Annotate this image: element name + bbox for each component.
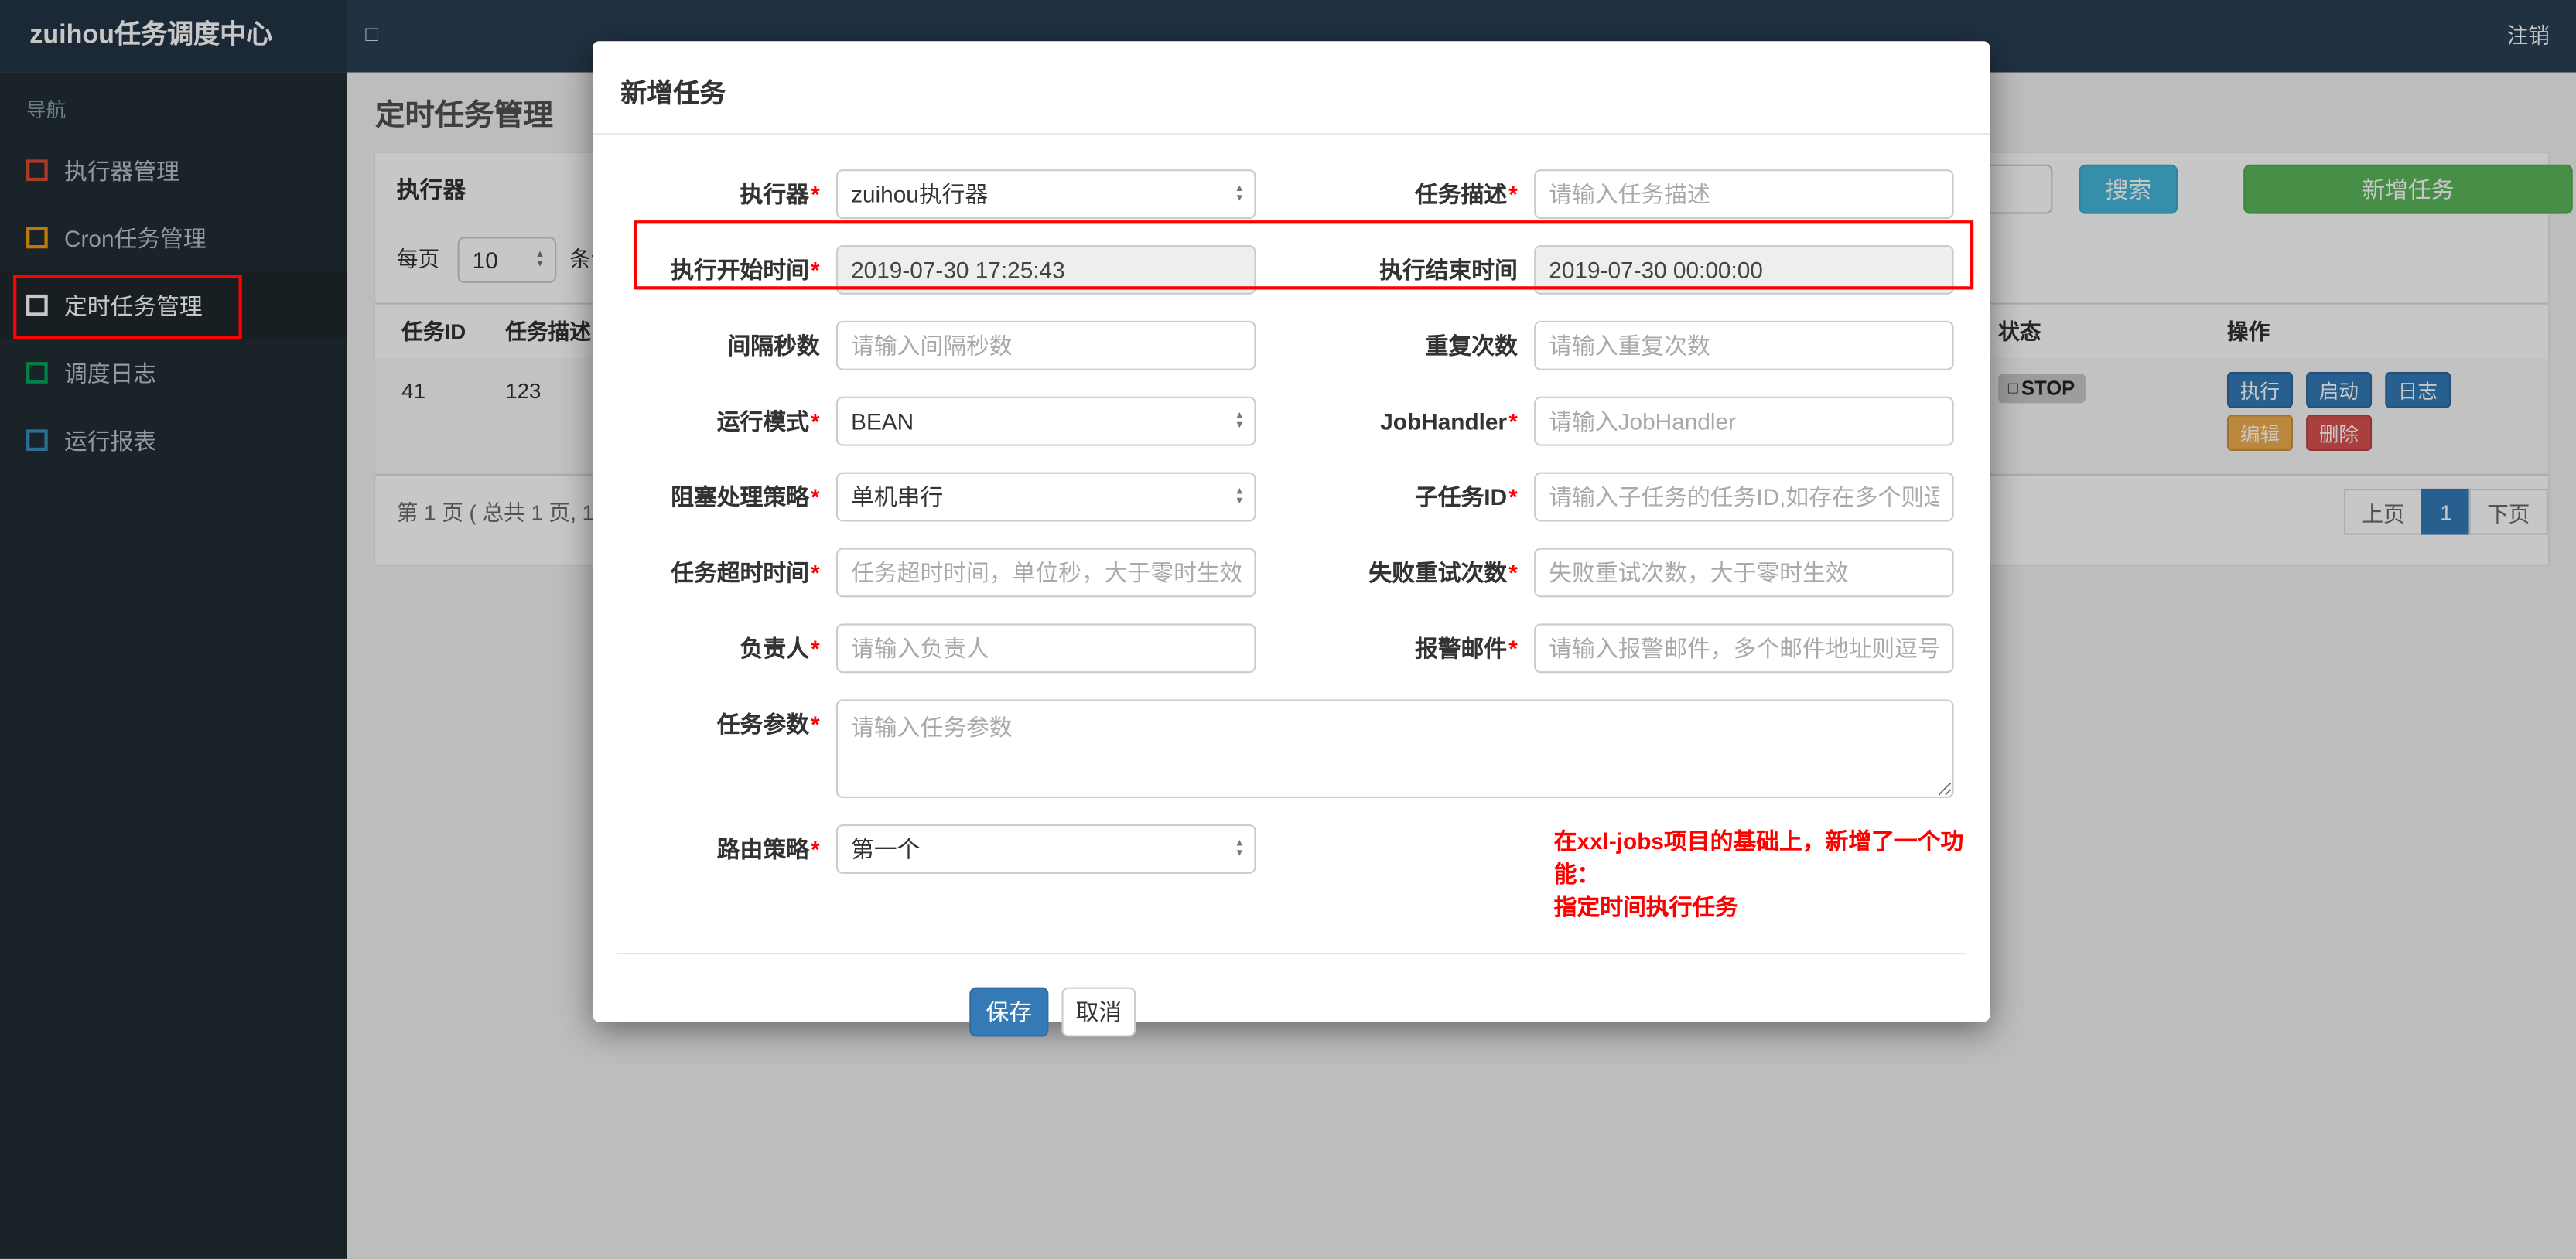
required-asterisk: * xyxy=(1508,559,1518,586)
required-asterisk: * xyxy=(811,181,820,208)
required-asterisk: * xyxy=(811,711,820,738)
select-caret-icon: ▲ ▼ xyxy=(1234,411,1245,432)
divider xyxy=(593,133,1990,135)
alarm-email-input[interactable] xyxy=(1534,623,1954,674)
required-asterisk: * xyxy=(811,635,820,662)
required-asterisk: * xyxy=(1508,408,1518,435)
required-asterisk: * xyxy=(811,483,820,510)
form-row: 任务参数 * xyxy=(617,699,1966,798)
job-params-textarea[interactable] xyxy=(835,699,1954,798)
field-label-owner: 负责人 * xyxy=(740,635,820,662)
field-label-run-mode: 运行模式 * xyxy=(716,408,820,435)
required-asterisk: * xyxy=(811,408,820,435)
field-label-route-strategy: 路由策略 * xyxy=(716,835,820,862)
form-row: 执行开始时间* 执行结束时间* xyxy=(617,245,1966,295)
interval-input[interactable] xyxy=(835,320,1256,370)
executor-select[interactable]: zuihou执行器 ▲ ▼ xyxy=(835,169,1256,219)
field-label-child-job-id: 子任务ID * xyxy=(1414,483,1518,510)
repeat-input[interactable] xyxy=(1534,320,1954,370)
required-asterisk: * xyxy=(811,559,820,586)
field-label-jobhandler: JobHandler * xyxy=(1380,408,1518,435)
form-row: 任务超时时间* 失败重试次数* xyxy=(617,548,1966,598)
add-job-form: 执行器* zuihou执行器 ▲▼ 任务描述* 执行开始时间* 执行结束时间* xyxy=(617,169,1966,1037)
start-time-input[interactable] xyxy=(835,245,1256,295)
job-desc-input[interactable] xyxy=(1534,169,1954,219)
block-strategy-select[interactable]: 单机串行 ▲ ▼ xyxy=(835,472,1256,522)
field-label-job-desc: 任务描述 * xyxy=(1414,181,1518,208)
required-asterisk: * xyxy=(1508,181,1518,208)
select-caret-icon: ▲ ▼ xyxy=(1234,184,1245,204)
form-row: 运行模式 * BEAN ▲ ▼ JobHandler * xyxy=(617,396,1966,446)
field-label-retry: 失败重试次数 * xyxy=(1368,559,1518,586)
field-label-start-time: 执行开始时间 * xyxy=(671,256,820,283)
jobhandler-input[interactable] xyxy=(1534,396,1954,446)
add-job-modal: 新增任务 执行器* zuihou执行器 ▲▼ 任务描述* 执行开始时间* 执行 xyxy=(593,41,1990,1037)
field-label-timeout: 任务超时时间 * xyxy=(671,559,820,586)
form-row: 执行器 * zuihou执行器 ▲ ▼ 任务描述 * xyxy=(617,169,1966,219)
cancel-button[interactable]: 取消 xyxy=(1061,987,1136,1037)
save-button[interactable]: 保存 xyxy=(969,987,1049,1037)
end-time-input[interactable] xyxy=(1534,245,1954,295)
select-caret-icon: ▲ ▼ xyxy=(1234,486,1245,507)
run-mode-select[interactable]: BEAN ▲ ▼ xyxy=(835,396,1256,446)
required-asterisk: * xyxy=(811,256,820,283)
field-label-repeat: 重复次数* xyxy=(1425,332,1518,359)
form-row: 路由策略 * 第一个 ▲ ▼ 在xxl-jobs项目的基础上，新增了一个功能： 指定… xyxy=(617,824,1966,923)
retry-input[interactable] xyxy=(1534,548,1954,598)
required-asterisk: * xyxy=(811,835,820,862)
app-root: zuihou任务调度中心 □ 注销 导航 执行器管理 Cron任务管理 定时任务… xyxy=(0,0,2576,1259)
field-label-block-strategy: 阻塞处理策略 * xyxy=(671,483,820,510)
required-asterisk: * xyxy=(1508,483,1518,510)
field-label-end-time: 执行结束时间* xyxy=(1379,256,1518,283)
modal-footer: 保存 取消 xyxy=(969,987,1965,1037)
form-row: 负责人* 报警邮件* xyxy=(617,623,1966,674)
form-row: 阻塞处理策略 * 单机串行 ▲ ▼ 子任务ID * xyxy=(617,472,1966,522)
modal-title: 新增任务 xyxy=(620,80,726,109)
owner-input[interactable] xyxy=(835,623,1256,674)
field-label-alarm-email: 报警邮件 * xyxy=(1414,635,1518,662)
required-asterisk: * xyxy=(1508,635,1518,662)
timeout-input[interactable] xyxy=(835,548,1256,598)
route-strategy-select[interactable]: 第一个 ▲ ▼ xyxy=(835,824,1256,874)
form-row: 间隔秒数* 重复次数* xyxy=(617,320,1966,370)
divider xyxy=(617,952,1966,955)
select-caret-icon: ▲ ▼ xyxy=(1234,839,1245,859)
field-label-interval: 间隔秒数* xyxy=(727,332,820,359)
field-label-job-params: 任务参数 * xyxy=(716,711,820,738)
child-job-id-input[interactable] xyxy=(1534,472,1954,522)
field-label-executor: 执行器 * xyxy=(740,181,820,208)
feature-note: 在xxl-jobs项目的基础上，新增了一个功能： 指定时间执行任务 xyxy=(1553,827,1964,920)
